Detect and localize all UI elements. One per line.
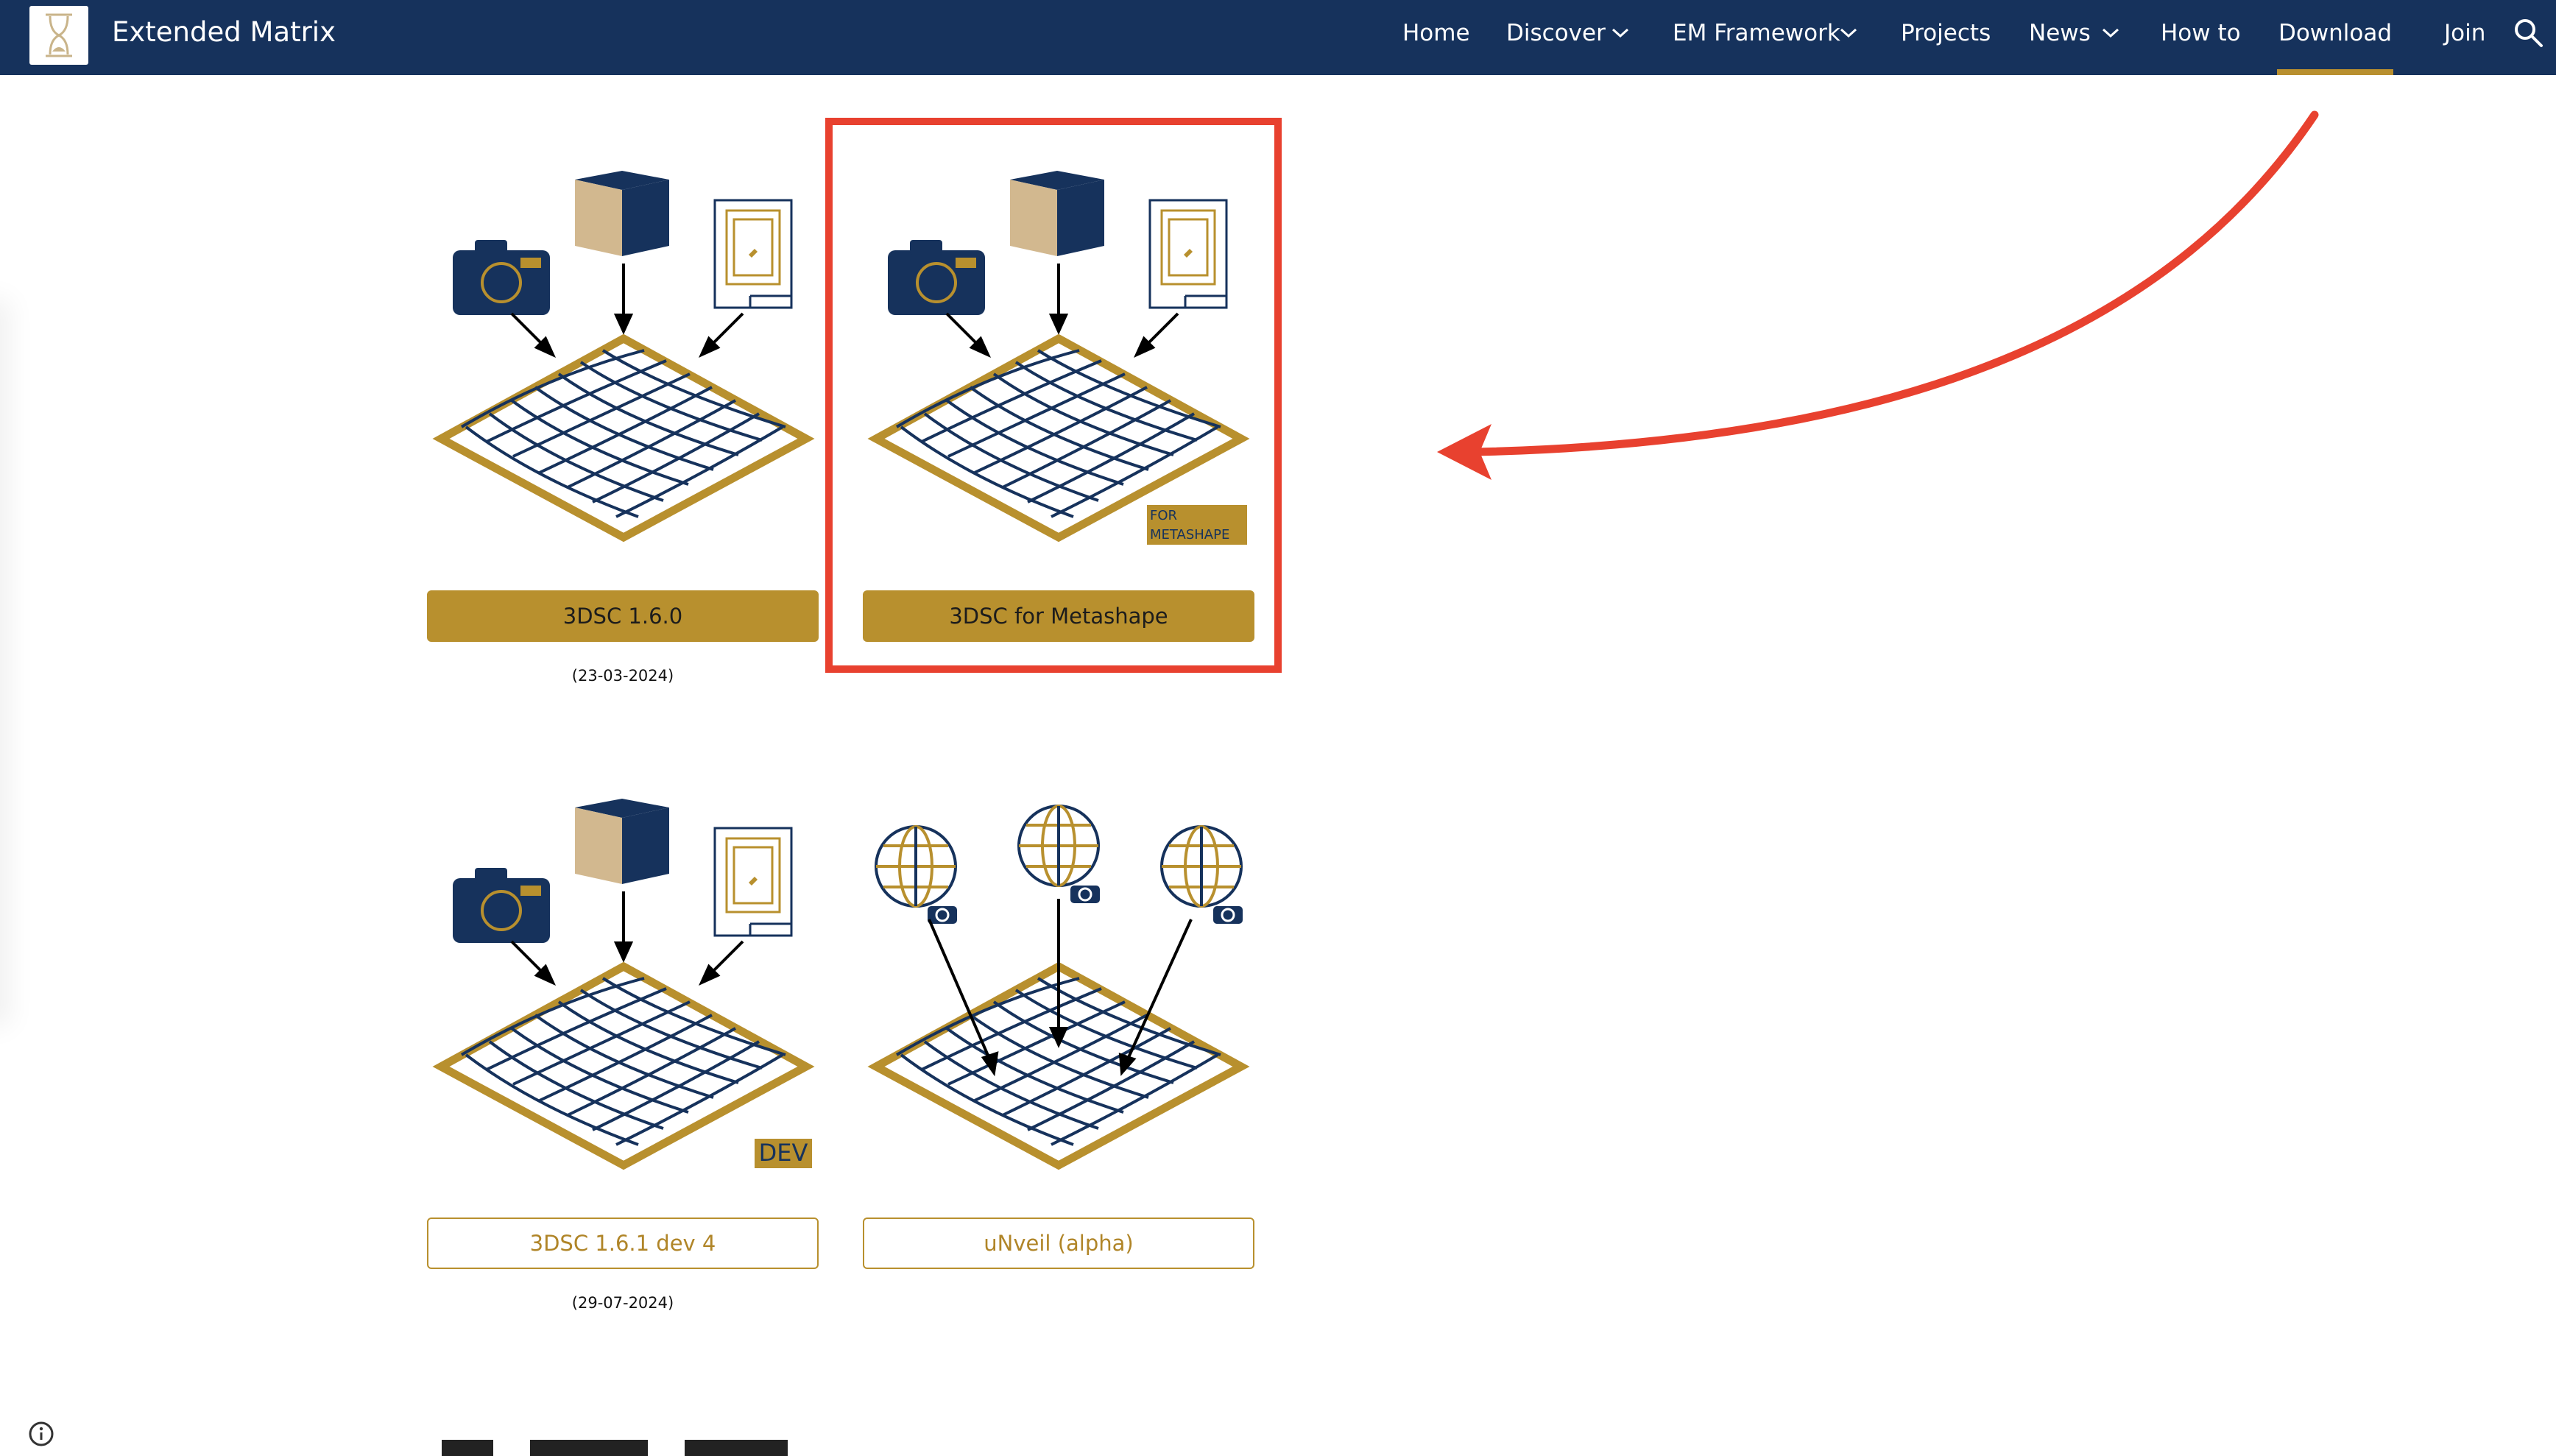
- camera-icon: [453, 868, 550, 943]
- globe-camera-icon: [875, 825, 957, 924]
- nav-how-to[interactable]: How to: [2161, 0, 2241, 75]
- nav-projects-label: Projects: [1901, 20, 1991, 46]
- nav-news[interactable]: News: [2029, 0, 2122, 75]
- dev-badge-label: DEV: [759, 1139, 808, 1167]
- top-navigation-bar: Extended Matrix Home Discover EM Framewo…: [0, 0, 2556, 75]
- hourglass-logo-icon: [46, 13, 72, 57]
- blueprint-icon: [713, 199, 793, 309]
- nav-download-label: Download: [2278, 20, 2393, 46]
- chevron-down-icon: [1840, 28, 1857, 38]
- download-unveil-alpha-button[interactable]: uNveil (alpha): [863, 1218, 1254, 1269]
- camera-icon: [453, 240, 550, 315]
- nav-home[interactable]: Home: [1402, 0, 1470, 75]
- site-logo[interactable]: [29, 6, 88, 65]
- annotation-arrow-icon: [1437, 110, 2319, 480]
- info-icon[interactable]: [27, 1419, 56, 1449]
- nav-discover[interactable]: Discover: [1506, 0, 1636, 75]
- nav-projects[interactable]: Projects: [1901, 0, 1991, 75]
- release-date: (29-07-2024): [571, 1294, 674, 1312]
- download-3dsc-1-6-0-button[interactable]: 3DSC 1.6.0: [427, 590, 819, 642]
- active-nav-underline: [2277, 69, 2393, 75]
- nav-download[interactable]: Download: [2277, 0, 2393, 75]
- unveil-illustration: [867, 805, 1250, 1170]
- 3dsc-dev-illustration: DEV: [432, 799, 815, 1170]
- nav-discover-label: Discover: [1506, 20, 1606, 46]
- nav-em-framework-label: EM Framework: [1673, 20, 1840, 46]
- mesh-surface: [432, 961, 815, 1170]
- globe-camera-icon: [1017, 805, 1100, 903]
- cutoff-heading-fragment: [442, 1440, 788, 1456]
- nav-em-framework[interactable]: EM Framework: [1673, 0, 1861, 75]
- nav-join[interactable]: Join: [2444, 0, 2485, 75]
- site-title[interactable]: Extended Matrix: [112, 13, 336, 52]
- nav-join-label: Join: [2444, 20, 2486, 46]
- nav-how-to-label: How to: [2161, 20, 2241, 46]
- 3dsc-illustration: [432, 171, 815, 543]
- search-icon[interactable]: [2510, 15, 2547, 52]
- globe-camera-icon: [1160, 825, 1243, 924]
- cube-icon: [575, 171, 669, 256]
- highlight-box: [825, 118, 1282, 673]
- nav-home-label: Home: [1402, 20, 1470, 46]
- download-3dsc-1-6-1-dev4-button[interactable]: 3DSC 1.6.1 dev 4: [427, 1218, 819, 1269]
- nav-news-label: News: [2029, 20, 2091, 46]
- chevron-down-icon: [2102, 28, 2119, 38]
- chevron-down-icon: [1611, 28, 1629, 38]
- cube-icon: [575, 799, 669, 884]
- mesh-surface: [432, 333, 815, 543]
- release-date: (23-03-2024): [571, 667, 674, 685]
- blueprint-icon: [713, 827, 793, 937]
